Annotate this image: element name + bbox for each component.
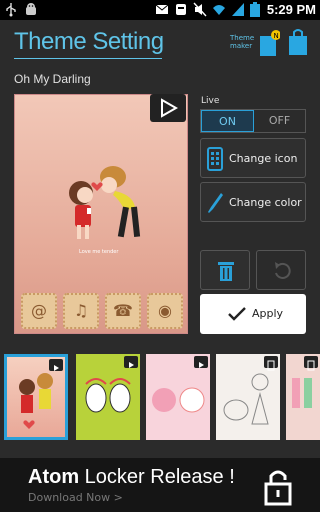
thumbnail-kissing-couple[interactable]: [4, 354, 68, 440]
header: Theme Setting Theme maker N: [0, 20, 320, 66]
play-icon: [161, 98, 179, 118]
change-color-label: Change color: [229, 196, 302, 209]
mute-icon: [193, 2, 207, 17]
apply-label: Apply: [252, 307, 284, 320]
theme-thumbnail-strip: [0, 350, 320, 442]
theme-maker-icon: N: [260, 30, 280, 56]
android-debug-icon: [26, 3, 36, 15]
phone-grid-icon: [207, 147, 223, 171]
thumbnail-play-badge: [194, 356, 208, 368]
preview-play-button[interactable]: [150, 94, 186, 122]
preview-caption: Love me tender: [79, 249, 119, 255]
page-title: Theme Setting: [14, 28, 164, 55]
signal-icon: [231, 3, 244, 16]
ad-banner[interactable]: Atom Locker Release ! Download Now >: [0, 458, 320, 512]
status-bar: 5:29 PM: [0, 0, 320, 20]
change-color-button[interactable]: Change color: [200, 182, 306, 222]
dock: @ ♫ ☎ ◉: [21, 293, 183, 329]
trash-icon: [218, 262, 234, 281]
banner-subtitle: Download Now >: [28, 491, 123, 504]
change-icon-label: Change icon: [229, 152, 298, 165]
thumbnail-sketch-animals[interactable]: [216, 354, 280, 440]
music-icon: ♫: [63, 293, 99, 329]
delete-button[interactable]: [200, 250, 250, 290]
lock-icon: [264, 470, 292, 506]
thumbnail-play-badge: [124, 356, 138, 368]
theme-maker-label: Theme maker: [230, 34, 255, 50]
thumbnail-phone-badge: [304, 356, 318, 371]
change-icon-button[interactable]: Change icon: [200, 138, 306, 178]
undo-icon: [275, 262, 291, 279]
shopping-bag-icon[interactable]: [288, 28, 308, 56]
wifi-icon: [212, 5, 225, 15]
apply-button[interactable]: Apply: [200, 294, 306, 334]
live-label: Live: [201, 96, 220, 106]
thumbnail-phone-badge: [264, 356, 278, 371]
title-underline: [14, 58, 162, 59]
live-on-option[interactable]: ON: [201, 110, 254, 132]
undo-button[interactable]: [256, 250, 306, 290]
battery-icon: [249, 2, 260, 17]
thumbnail-green-faces[interactable]: [76, 354, 140, 440]
theme-preview[interactable]: Love me tender @ ♫ ☎ ◉: [14, 94, 188, 334]
theme-name: Oh My Darling: [14, 72, 91, 86]
phone-icon: ☎: [105, 293, 141, 329]
thumbnail-pink-bunny[interactable]: [146, 354, 210, 440]
thumbnail-couple-pink[interactable]: [286, 354, 320, 440]
thumbnail-play-badge: [49, 359, 63, 371]
clock: 5:29 PM: [266, 2, 316, 17]
message-icon: [155, 4, 169, 14]
banner-title: Atom Locker Release !: [28, 466, 235, 488]
live-off-option[interactable]: OFF: [254, 110, 305, 132]
checkmark-icon: [228, 307, 246, 321]
usb-icon: [6, 3, 16, 17]
camera-icon: ◉: [147, 293, 183, 329]
svg-text:N: N: [274, 32, 279, 40]
eyedropper-icon: [208, 193, 223, 213]
live-toggle: ON OFF: [200, 109, 306, 133]
notification-icon: [175, 4, 186, 15]
theme-maker-button[interactable]: Theme maker N: [230, 26, 280, 60]
email-icon: @: [21, 293, 57, 329]
